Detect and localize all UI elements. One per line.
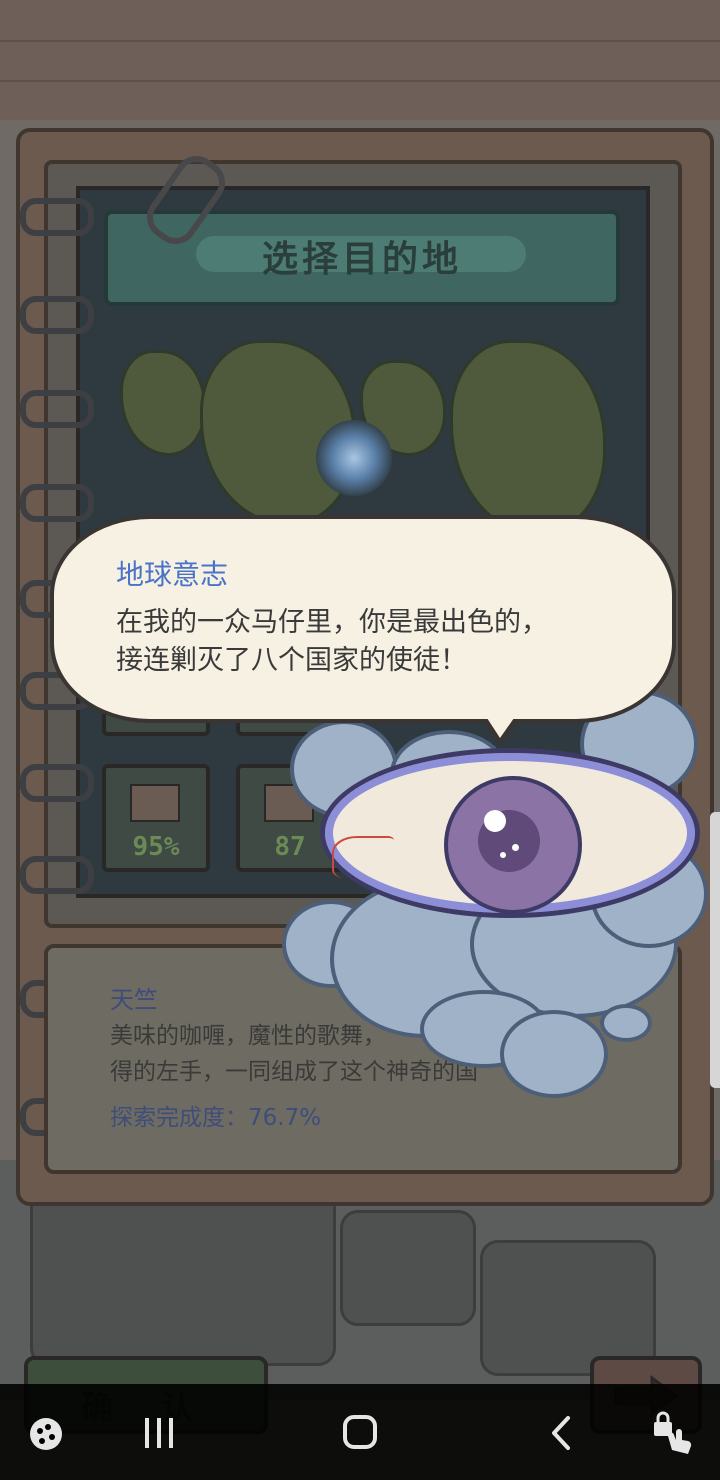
dialogue-line: 接连剿灭了八个国家的使徒！ bbox=[116, 645, 467, 676]
speaker-name: 地球意志 bbox=[116, 558, 229, 591]
speech-bubble-tail-fill bbox=[474, 698, 528, 738]
destination-percent: 95% bbox=[132, 832, 180, 862]
background-rock bbox=[30, 1190, 336, 1366]
flag-icon bbox=[130, 784, 180, 822]
back-icon[interactable] bbox=[546, 1414, 578, 1456]
cloud-shape bbox=[500, 1010, 608, 1098]
background-top bbox=[0, 0, 720, 120]
lock-touch-icon[interactable] bbox=[650, 1410, 696, 1460]
background-stripe bbox=[0, 80, 720, 82]
eye-glint bbox=[500, 852, 506, 858]
binder-ring-icon bbox=[20, 764, 94, 802]
binder-ring-icon bbox=[20, 198, 94, 236]
home-icon[interactable] bbox=[342, 1414, 380, 1456]
background-stripe bbox=[0, 40, 720, 42]
eye-glint bbox=[484, 810, 506, 832]
binder-ring-icon bbox=[20, 390, 94, 428]
cloud-shape bbox=[600, 1004, 652, 1042]
description-text: 美味的咖喱，魔性的歌舞， bbox=[110, 1023, 386, 1049]
edge-panel-handle[interactable] bbox=[710, 812, 720, 1088]
recents-icon[interactable] bbox=[140, 1416, 180, 1456]
gamepad-icon[interactable] bbox=[26, 1414, 66, 1458]
vortex-icon bbox=[316, 420, 392, 496]
dialogue-text: 在我的一众马仔里，你是最出色的， 接连剿灭了八个国家的使徒！ bbox=[116, 604, 636, 680]
description-text: 得的左手，一同组成了这个神奇的国 bbox=[110, 1059, 478, 1085]
background-rock bbox=[340, 1210, 476, 1326]
eye-glint bbox=[512, 844, 519, 851]
destination-card[interactable]: 95% bbox=[102, 764, 210, 872]
exploration-progress: 探索完成度：76.7% bbox=[110, 1105, 322, 1131]
dialogue-line: 在我的一众马仔里，你是最出色的， bbox=[116, 607, 548, 638]
binder-ring-icon bbox=[20, 856, 94, 894]
destination-name: 天竺 bbox=[110, 986, 158, 1014]
binder-ring-icon bbox=[20, 296, 94, 334]
binder-ring-icon bbox=[20, 484, 94, 522]
